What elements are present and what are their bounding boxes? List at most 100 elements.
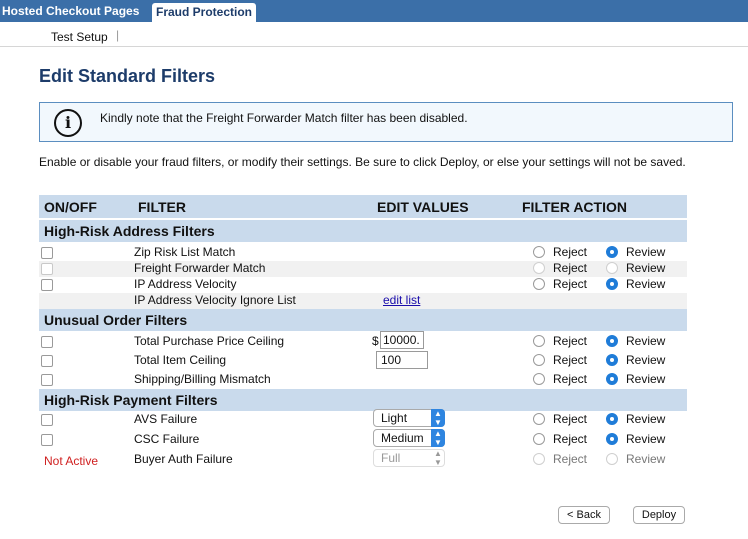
table-header: ON/OFF FILTER EDIT VALUES FILTER ACTION: [39, 195, 687, 218]
ship-review-radio[interactable]: [606, 373, 618, 385]
csc-checkbox[interactable]: [41, 434, 53, 446]
filter-row-item-ceiling: Total Item Ceiling 100 Reject Review: [39, 351, 687, 371]
select-value: Light: [381, 411, 408, 425]
filter-row-ip-velocity: IP Address Velocity Reject Review: [39, 277, 687, 293]
deploy-button[interactable]: Deploy: [633, 506, 685, 524]
subnav-test-setup[interactable]: Test Setup: [51, 30, 108, 44]
notice-text: Kindly note that the Freight Forwarder M…: [100, 111, 468, 125]
reject-label: Reject: [553, 372, 588, 386]
item-ceiling-input[interactable]: 100: [376, 351, 428, 369]
filter-row-avs: AVS Failure Light ▲ ▼ Reject Review: [39, 409, 687, 430]
currency-symbol: $: [372, 334, 379, 348]
ip-velocity-checkbox[interactable]: [41, 279, 53, 291]
section-unusual-order: Unusual Order Filters: [39, 309, 687, 331]
freight-reject-radio[interactable]: [533, 262, 545, 274]
select-arrows-icon: ▲ ▼: [431, 409, 445, 427]
filter-label: Buyer Auth Failure: [134, 452, 233, 466]
not-active-status: Not Active: [44, 454, 99, 468]
buyer-auth-select[interactable]: Full ▲ ▼: [373, 449, 445, 467]
avs-reject-radio[interactable]: [533, 413, 545, 425]
zip-review-radio[interactable]: [606, 246, 618, 258]
sub-nav: Test Setup |: [0, 22, 748, 47]
zip-checkbox[interactable]: [41, 247, 53, 259]
filter-row-price-ceiling: Total Purchase Price Ceiling $ 10000. Re…: [39, 331, 687, 352]
ship-reject-radio[interactable]: [533, 373, 545, 385]
reject-label: Reject: [553, 245, 588, 259]
filter-label: Total Purchase Price Ceiling: [134, 334, 285, 348]
avs-review-radio[interactable]: [606, 413, 618, 425]
reject-label: Reject: [553, 412, 588, 426]
tab-hosted-checkout-pages[interactable]: Hosted Checkout Pages: [0, 0, 150, 22]
section-title: High-Risk Payment Filters: [44, 392, 218, 408]
item-ceiling-checkbox[interactable]: [41, 355, 53, 367]
reject-label: Reject: [553, 334, 588, 348]
top-nav-bar: Hosted Checkout Pages Fraud Protection: [0, 0, 748, 25]
review-label: Review: [626, 245, 666, 259]
back-button[interactable]: < Back: [558, 506, 610, 524]
price-ceiling-checkbox[interactable]: [41, 336, 53, 348]
section-high-risk-address: High-Risk Address Filters: [39, 220, 687, 242]
price-ceiling-input[interactable]: 10000.: [380, 331, 424, 349]
subnav-separator: |: [116, 28, 120, 42]
csc-review-radio[interactable]: [606, 433, 618, 445]
csc-reject-radio[interactable]: [533, 433, 545, 445]
filter-label: Total Item Ceiling: [134, 353, 227, 367]
filter-label: IP Address Velocity: [134, 277, 237, 291]
filter-label: CSC Failure: [134, 432, 200, 446]
freight-checkbox[interactable]: [41, 263, 53, 275]
buyer-reject-radio[interactable]: [533, 453, 545, 465]
header-filter: FILTER: [138, 199, 186, 215]
freight-review-radio[interactable]: [606, 262, 618, 274]
select-arrows-icon: ▲ ▼: [431, 429, 445, 447]
info-notice: i Kindly note that the Freight Forwarder…: [39, 102, 733, 142]
filter-label: Freight Forwarder Match: [134, 261, 266, 275]
item-reject-radio[interactable]: [533, 354, 545, 366]
filter-label: Zip Risk List Match: [134, 245, 236, 259]
reject-label: Reject: [553, 277, 588, 291]
price-reject-radio[interactable]: [533, 335, 545, 347]
reject-label: Reject: [553, 432, 588, 446]
review-label: Review: [626, 372, 666, 386]
review-label: Review: [626, 452, 666, 466]
review-label: Review: [626, 353, 666, 367]
intro-text: Enable or disable your fraud filters, or…: [39, 155, 686, 169]
filter-label: AVS Failure: [134, 412, 198, 426]
section-high-risk-payment: High-Risk Payment Filters: [39, 389, 687, 411]
select-value: Full: [381, 451, 401, 465]
filter-label: Shipping/Billing Mismatch: [134, 372, 271, 386]
price-review-radio[interactable]: [606, 335, 618, 347]
select-value: Medium: [381, 431, 424, 445]
avs-select[interactable]: Light ▲ ▼: [373, 409, 445, 427]
review-label: Review: [626, 261, 666, 275]
filter-row-freight: Freight Forwarder Match Reject Review: [39, 261, 687, 277]
filter-row-buyer-auth: Not Active Buyer Auth Failure Full ▲ ▼ Re…: [39, 449, 687, 472]
header-filter-action: FILTER ACTION: [522, 199, 627, 215]
review-label: Review: [626, 334, 666, 348]
reject-label: Reject: [553, 452, 588, 466]
reject-label: Reject: [553, 353, 588, 367]
section-title: High-Risk Address Filters: [44, 223, 215, 239]
filter-row-csc: CSC Failure Medium ▲ ▼ Reject Review: [39, 429, 687, 450]
ship-bill-checkbox[interactable]: [41, 374, 53, 386]
zip-reject-radio[interactable]: [533, 246, 545, 258]
header-edit-values: EDIT VALUES: [377, 199, 469, 215]
filter-row-ip-ignore: IP Address Velocity Ignore List edit lis…: [39, 293, 687, 309]
buyer-review-radio[interactable]: [606, 453, 618, 465]
page-title: Edit Standard Filters: [39, 66, 216, 86]
info-icon: i: [54, 109, 82, 137]
filter-row-zip: Zip Risk List Match Reject Review: [39, 245, 687, 261]
review-label: Review: [626, 412, 666, 426]
reject-label: Reject: [553, 261, 588, 275]
item-review-radio[interactable]: [606, 354, 618, 366]
filter-label: IP Address Velocity Ignore List: [134, 293, 296, 307]
ip-review-radio[interactable]: [606, 278, 618, 290]
review-label: Review: [626, 277, 666, 291]
ip-reject-radio[interactable]: [533, 278, 545, 290]
avs-checkbox[interactable]: [41, 414, 53, 426]
filter-row-ship-bill: Shipping/Billing Mismatch Reject Review: [39, 372, 687, 388]
select-arrows-icon: ▲ ▼: [434, 449, 442, 467]
header-onoff: ON/OFF: [44, 199, 97, 215]
csc-select[interactable]: Medium ▲ ▼: [373, 429, 445, 447]
edit-list-link[interactable]: edit list: [383, 293, 420, 307]
review-label: Review: [626, 432, 666, 446]
